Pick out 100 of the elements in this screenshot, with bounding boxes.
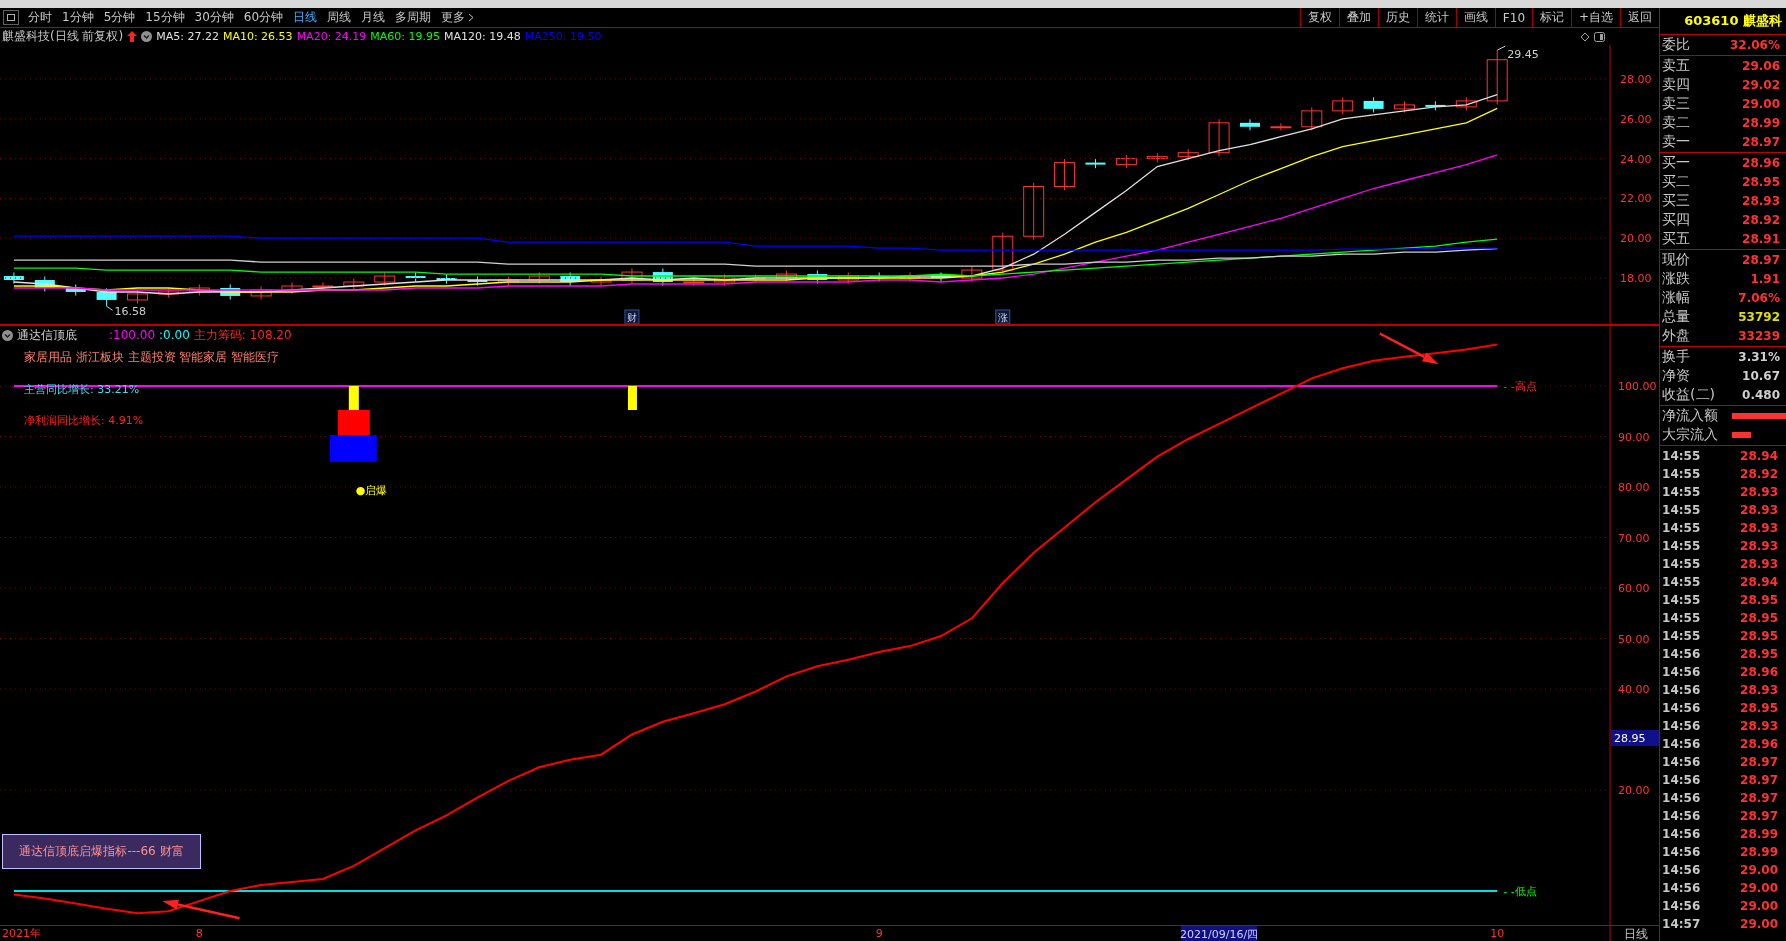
- sector-tags: 家居用品 浙江板块 主题投资 智能家居 智能医疗: [24, 349, 292, 366]
- panel-toggle-icon[interactable]: [3, 10, 19, 25]
- tick-time: 14:57: [1662, 917, 1701, 931]
- ask-label: 卖四: [1662, 75, 1691, 94]
- candlestick: [436, 273, 457, 285]
- quote-label: 总量: [1662, 307, 1691, 326]
- axis-label: 40.00: [1618, 683, 1650, 696]
- candlestick: [250, 285, 272, 301]
- window-icon[interactable]: [1594, 31, 1606, 42]
- quote-value: 1.91: [1750, 271, 1780, 286]
- tick-price: 28.97: [1740, 773, 1778, 787]
- quote-value: 32.06%: [1730, 37, 1780, 52]
- tick-price: 28.92: [1740, 467, 1778, 481]
- quote-label: 净资: [1662, 366, 1691, 385]
- period-tab[interactable]: 多周期: [390, 8, 437, 27]
- up-arrow-icon: [127, 31, 138, 42]
- period-tab[interactable]: 周线: [322, 8, 357, 27]
- candlestick: [621, 268, 643, 285]
- candlestick: [65, 283, 86, 297]
- quote-label: 涨跌: [1662, 269, 1691, 288]
- axis-label: 100.00: [1618, 380, 1657, 393]
- tick-price: 28.99: [1740, 845, 1778, 859]
- growth-text: 主营同比增长: 33.21%: [24, 382, 141, 397]
- tick-price: 28.95: [1740, 629, 1778, 643]
- ask-price: 29.02: [1742, 77, 1780, 92]
- tick-time: 14:56: [1662, 827, 1701, 841]
- flow-bar: [1732, 412, 1786, 419]
- candlestick: [714, 273, 736, 287]
- tick-time: 14:56: [1662, 737, 1701, 751]
- period-tab[interactable]: 5分钟: [98, 8, 141, 27]
- tick-price: 28.93: [1740, 683, 1778, 697]
- dropdown-icon[interactable]: [2, 329, 13, 341]
- tick-price: 28.97: [1740, 791, 1778, 805]
- period-tab[interactable]: 月线: [356, 8, 391, 27]
- reference-label: - -高点: [1503, 380, 1537, 393]
- tick-time: 14:55: [1662, 557, 1701, 571]
- candlestick: [281, 281, 303, 295]
- candlestick: [590, 275, 612, 287]
- axis-label: 24.00: [1620, 152, 1652, 166]
- tick-time: 14:55: [1662, 521, 1701, 535]
- axis-label: 20.00: [1618, 784, 1650, 797]
- bid-price: 28.92: [1742, 212, 1780, 227]
- tick-price: 28.96: [1740, 737, 1778, 751]
- arrow: [1379, 332, 1439, 365]
- axis-label: 20.00: [1620, 232, 1652, 246]
- tick-price: 28.99: [1740, 827, 1778, 841]
- candlestick: [405, 271, 426, 283]
- period-tab[interactable]: 日线: [288, 8, 323, 27]
- candlestick: [343, 277, 365, 291]
- quote-label: 外盘: [1662, 326, 1691, 345]
- axis-label: 18.00: [1620, 272, 1652, 286]
- bid-label: 买五: [1662, 229, 1691, 248]
- tick-time: 14:56: [1662, 863, 1701, 877]
- tick-time: 14:55: [1662, 449, 1701, 463]
- candlestick: [1486, 49, 1508, 105]
- tick-price: 28.95: [1740, 593, 1778, 607]
- ask-price: 29.06: [1742, 58, 1780, 73]
- diamond-icon[interactable]: [1580, 31, 1591, 42]
- tick-time: 14:55: [1662, 611, 1701, 625]
- tick-time: 14:56: [1662, 899, 1701, 913]
- chevron-icon: [468, 13, 475, 22]
- candlestick: [961, 266, 983, 283]
- legend-box: 通达信顶底启爆指标---66 财富: [2, 834, 201, 869]
- candlestick: [3, 271, 24, 285]
- quote-label: 委比: [1662, 35, 1691, 54]
- ask-label: 卖五: [1662, 56, 1691, 75]
- period-tab[interactable]: 15分钟: [140, 8, 190, 27]
- period-tab[interactable]: 60分钟: [238, 8, 289, 27]
- event-tag[interactable]: 财: [624, 309, 640, 325]
- candlestick: [1425, 100, 1446, 111]
- period-tab[interactable]: 更多: [436, 8, 480, 27]
- signal-drawing: [627, 386, 637, 410]
- flow-bar: [1732, 431, 1751, 438]
- ma-value: MA20: 24.19: [296, 30, 367, 43]
- ask-label: 卖二: [1662, 113, 1691, 132]
- candlestick: [1115, 154, 1137, 169]
- tick-time: 14:56: [1662, 791, 1701, 805]
- ma-value: MA5: 27.22: [156, 30, 219, 43]
- tick-price: 28.97: [1740, 755, 1778, 769]
- period-tab[interactable]: 分时: [23, 8, 57, 27]
- period-tab[interactable]: 1分钟: [57, 8, 99, 27]
- ask-price: 29.00: [1742, 96, 1780, 111]
- candlestick: [1054, 158, 1076, 191]
- tick-time: 14:56: [1662, 809, 1701, 823]
- event-tag[interactable]: 涨: [995, 309, 1011, 325]
- tick-price: 28.93: [1740, 557, 1778, 571]
- candlestick: [96, 287, 117, 307]
- candlestick: [1301, 106, 1323, 131]
- tick-price: 28.97: [1740, 809, 1778, 823]
- period-tab[interactable]: 30分钟: [189, 8, 239, 27]
- tick-price: 28.94: [1740, 449, 1778, 463]
- tick-time: 14:56: [1662, 755, 1701, 769]
- ask-price: 28.97: [1742, 134, 1780, 149]
- candlestick: [807, 269, 828, 285]
- dropdown-icon[interactable]: [141, 31, 153, 42]
- tick-price: 28.93: [1740, 521, 1778, 535]
- tick-price: 29.00: [1740, 881, 1778, 895]
- bid-price: 28.96: [1742, 155, 1780, 170]
- bid-label: 买三: [1662, 191, 1691, 210]
- tick-price: 28.93: [1740, 503, 1778, 517]
